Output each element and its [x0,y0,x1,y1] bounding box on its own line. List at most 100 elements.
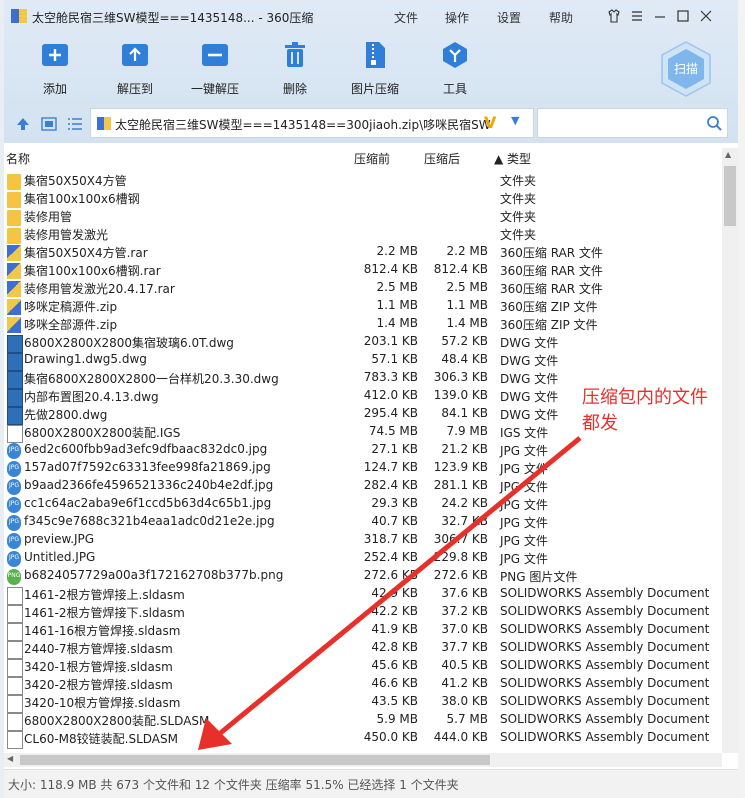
column-type[interactable]: ▲ 类型 [494,150,531,167]
file-original-size: 37.2 KB [441,604,488,618]
file-row[interactable]: JPG 157ad07f7592c63313fee998fa21869.jpg 12… [4,459,722,477]
extract-to-button[interactable]: 解压到 [100,40,170,100]
file-original-size: 139.0 KB [433,388,488,402]
file-original-size: 32.7 KB [441,514,488,528]
extract-to-label: 解压到 [116,82,153,96]
file-row[interactable]: 集宿100x100x6槽钢.rar 812.4 KB 812.4 KB 360压缩 R… [4,261,722,279]
v-mark-icon[interactable]: V [484,113,496,132]
file-name: 3420-10根方管焊接.sldasm [24,696,181,710]
file-row[interactable]: 6800X2800X2800装配.SLDASM 5.9 MB 5.7 MB SOLID… [4,711,722,731]
file-row[interactable]: 3420-2根方管焊接.sldasm 46.6 KB 41.2 KB SOLIDWOR… [4,675,722,695]
file-original-size: 37.6 KB [441,586,488,600]
search-box[interactable] [537,108,728,138]
file-compressed-size: 41.9 KB [371,622,418,636]
annotation-line-2: 都发 [582,413,618,434]
delete-button[interactable]: 删除 [260,40,330,100]
menu-settings[interactable]: 设置 [497,9,521,26]
column-name[interactable]: 名称 [6,150,30,167]
file-row[interactable]: PNG b6824057729a00a3f172162708b377b.png 27… [4,567,722,585]
menu-file[interactable]: 文件 [394,9,418,26]
menu-operation[interactable]: 操作 [445,9,469,26]
file-row[interactable]: 装修用管 文件夹 [4,207,722,226]
file-row[interactable]: 装修用管发激光20.4.17.rar 2.5 MB 2.5 MB 360压缩 RAR … [4,279,722,297]
file-row[interactable]: JPG b9aad2366fe4596521336c240b4e2df.jpg 28… [4,477,722,495]
file-row[interactable]: Drawing1.dwg5.dwg 57.1 KB 48.4 KB DWG 文件 [4,351,722,371]
scan-button[interactable]: 扫描 [658,40,714,98]
file-row[interactable]: 1461-2根方管焊接下.sldasm 42.2 KB 37.2 KB SOLIDWO… [4,603,722,623]
file-name: 哆咪定稿源件.zip [24,300,118,314]
jpg-image-icon: JPG [7,461,21,477]
file-type: SOLIDWORKS Assembly Document [500,586,710,600]
file-row[interactable]: 1461-16根方管焊接.sldasm 41.9 KB 37.0 KB SOLIDWO… [4,621,722,641]
file-type: SOLIDWORKS Assembly Document [500,676,710,690]
column-compressed[interactable]: 压缩前 [354,150,390,167]
tools-button[interactable]: 工具 [420,40,490,100]
file-row[interactable]: 集宿100x100x6槽钢 文件夹 [4,189,722,208]
file-original-size: 37.7 KB [441,640,488,654]
folder-icon [7,210,21,226]
one-click-extract-label: 一键解压 [190,82,239,96]
file-row[interactable]: 集宿50X50X4方管 文件夹 [4,171,722,190]
scroll-left-arrow-icon[interactable]: ◀ [7,754,13,763]
file-row[interactable]: 集宿50X50X4方管.rar 2.2 MB 2.2 MB 360压缩 RAR 文件 [4,243,722,261]
zip-archive-icon [7,299,21,315]
file-row[interactable]: 6800X2800X2800集宿玻璃6.0T.dwg 203.1 KB 57.2 K… [4,333,722,353]
file-row[interactable]: JPG f345c9e7688c321b4eaa1adc0d21e2e.jpg 40… [4,513,722,531]
file-row[interactable]: CL60-M8铰链装配.SLDASM 450.0 KB 444.0 KB SOLIDW… [4,729,722,749]
file-row[interactable]: 哆咪定稿源件.zip 1.1 MB 1.1 MB 360压缩 ZIP 文件 [4,297,722,315]
file-original-size: 5.7 MB [446,712,488,726]
file-name: 装修用管发激光 [24,228,109,242]
address-bar[interactable]: 太空舱民宿三维SW模型===1435148==300jiaoh.zip\哆咪民宿… [90,108,534,138]
maximize-icon[interactable] [675,8,691,24]
file-type: JPG 文件 [500,552,548,566]
file-type: SOLIDWORKS Assembly Document [500,730,710,744]
file-row[interactable]: JPG 6ed2c600fbb9ad3efc9dfbaac832dc0.jpg 27… [4,441,722,459]
column-original[interactable]: 压缩后 [424,150,460,167]
image-compress-icon [366,42,385,68]
file-row[interactable]: JPG cc1c64ac2aba9e6f1ccd5b63d4c65b1.jpg 29… [4,495,722,513]
search-icon[interactable] [706,115,722,131]
add-icon [42,44,68,66]
scroll-up-arrow-icon[interactable]: ▲ [725,150,731,159]
file-row[interactable]: 2440-7根方管焊接.sldasm 42.8 KB 37.7 KB SOLIDWOR… [4,639,722,659]
menu-help[interactable]: 帮助 [549,9,573,26]
file-row[interactable]: JPG preview.JPG 318.7 KB 306.7 KB JPG 文件 [4,531,722,549]
chevron-down-icon[interactable]: ▼ [511,114,519,127]
file-compressed-size: 124.7 KB [363,460,418,474]
file-row[interactable]: 装修用管发激光 文件夹 [4,225,722,244]
up-arrow-icon[interactable] [14,115,32,133]
file-row[interactable]: 3420-1根方管焊接.sldasm 45.6 KB 40.5 KB SOLIDWOR… [4,657,722,677]
file-type: 文件夹 [500,228,537,242]
file-row[interactable]: 1461-2根方管焊接上.sldasm 42.9 KB 37.6 KB SOLIDWO… [4,585,722,605]
file-name: 1461-16根方管焊接.sldasm [24,624,181,638]
file-original-size: 2.2 MB [446,244,488,258]
list-view-icon[interactable] [66,115,84,133]
jpg-image-icon: JPG [7,443,21,459]
close-icon[interactable] [698,8,714,24]
menu-lines-icon[interactable] [629,8,645,24]
file-row[interactable]: 3420-10根方管焊接.sldasm 43.5 KB 38.0 KB SOLIDWO… [4,693,722,713]
annotation-text: 压缩包内的文件 都发 [582,385,742,437]
file-row[interactable]: 哆咪全部源件.zip 1.4 MB 1.4 MB 360压缩 ZIP 文件 [4,315,722,333]
tools-label: 工具 [442,82,467,96]
skin-icon[interactable] [606,8,622,24]
file-type: 文件夹 [500,174,537,188]
minimize-icon[interactable] [652,8,668,24]
file-type: IGS 文件 [500,426,549,440]
status-text: 大小: 118.9 MB 共 673 个文件和 12 个文件夹 压缩率 51.5… [8,778,459,792]
title-bar[interactable]: 太空舱民宿三维SW模型===1435148... - 360压缩 文件 操作 设… [4,0,738,32]
vertical-scrollbar[interactable]: ▲ [722,148,738,753]
file-type: DWG 文件 [500,336,559,350]
file-name: 集宿100x100x6槽钢.rar [24,264,161,278]
horizontal-scrollbar[interactable]: ◀ [4,753,722,767]
vertical-scroll-thumb[interactable] [724,166,736,226]
file-compressed-size: 318.7 KB [363,532,418,546]
trash-icon [285,42,305,67]
thumbnail-view-icon[interactable] [40,115,58,133]
one-click-extract-button[interactable]: 一键解压 [180,40,250,100]
image-compress-button[interactable]: 图片压缩 [340,40,410,100]
file-row[interactable]: JPG Untitled.JPG 252.4 KB 229.8 KB JPG 文件 [4,549,722,567]
file-type: 文件夹 [500,192,537,206]
horizontal-scroll-thumb[interactable] [20,755,490,765]
add-button[interactable]: 添加 [20,40,90,100]
